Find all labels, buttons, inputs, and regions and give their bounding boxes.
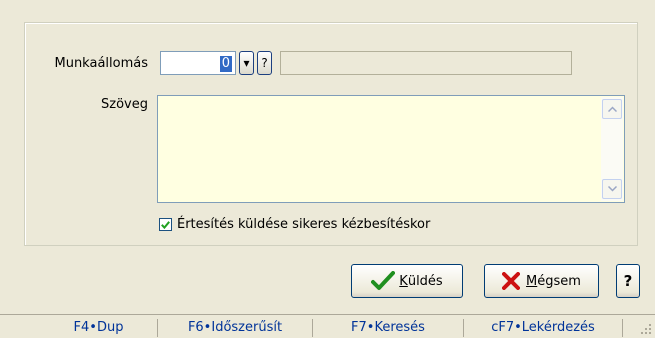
cancel-button-accel: M <box>526 273 538 289</box>
chevron-down-icon <box>607 186 617 192</box>
checkmark-icon <box>161 220 170 229</box>
resize-grip-icon[interactable] <box>640 323 652 335</box>
scroll-up-button[interactable] <box>602 99 622 119</box>
chevron-up-icon <box>607 106 617 112</box>
workstation-lookup-button[interactable]: ? <box>257 51 272 75</box>
message-textarea[interactable] <box>157 95 625 203</box>
dialog-window: Munkaállomás 0 ▾ ? Szöveg Értesítés küld… <box>0 0 655 338</box>
text-label: Szöveg <box>101 97 148 112</box>
notify-checkbox[interactable] <box>159 218 172 231</box>
help-button[interactable]: ? <box>616 264 640 298</box>
status-bar: F4•Dup F6•Időszerűsít F7•Keresés cF7•Lek… <box>0 314 655 338</box>
workstation-name-field <box>280 51 572 75</box>
cancel-button[interactable]: Mégsem <box>484 264 599 298</box>
notify-checkbox-row[interactable]: Értesítés küldése sikeres kézbesítéskor <box>159 217 430 232</box>
workstation-value: 0 <box>219 56 232 72</box>
send-button-accel: K <box>399 273 408 289</box>
status-f7-search[interactable]: F7•Keresés <box>313 319 464 337</box>
send-button-label: üldés <box>407 273 443 289</box>
status-f4-dup[interactable]: F4•Dup <box>40 319 158 337</box>
workstation-label: Munkaállomás <box>54 56 148 71</box>
send-button[interactable]: Küldés <box>351 264 463 298</box>
status-cf7-query[interactable]: cF7•Lekérdezés <box>464 319 623 337</box>
chevron-down-icon: ▾ <box>243 56 250 70</box>
question-icon: ? <box>261 56 268 70</box>
textarea-scrollbar[interactable] <box>601 97 623 201</box>
red-x-icon <box>502 272 521 290</box>
green-checkmark-icon <box>371 271 396 290</box>
workstation-dropdown-button[interactable]: ▾ <box>239 51 254 75</box>
notify-checkbox-label: Értesítés küldése sikeres kézbesítéskor <box>177 217 431 232</box>
scroll-down-button[interactable] <box>602 179 622 199</box>
workstation-number-input[interactable]: 0 <box>160 51 236 75</box>
status-f6-refresh[interactable]: F6•Időszerűsít <box>158 319 313 337</box>
cancel-button-label: égsem <box>537 273 581 289</box>
help-icon: ? <box>623 272 633 290</box>
